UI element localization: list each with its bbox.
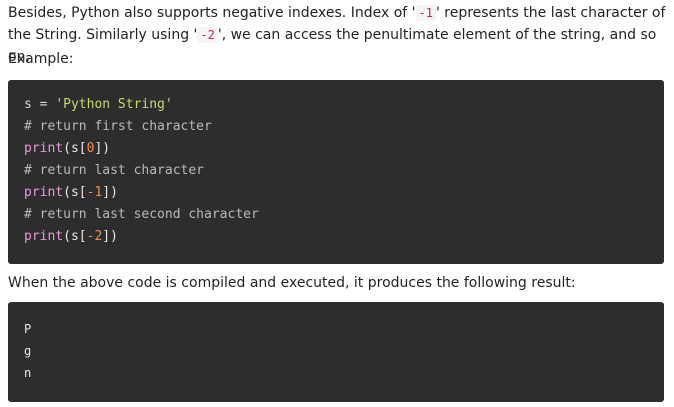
example-label: Example: <box>8 51 74 67</box>
inline-code-minus-two: -2 <box>197 27 218 43</box>
code-block: s = 'Python String' # return first chara… <box>8 80 664 264</box>
code-line-7: print(s[-2]) <box>24 226 648 248</box>
code-punctuation: (s[ <box>63 141 87 156</box>
code-line-1: s = 'Python String' <box>24 94 648 116</box>
code-string: 'Python String' <box>55 97 173 112</box>
code-function: print <box>24 141 64 156</box>
code-variable: s <box>24 97 32 112</box>
output-line: n <box>24 366 32 380</box>
output-line: P <box>24 322 32 336</box>
code-operator: = <box>31 97 56 112</box>
code-line-4-comment: # return last character <box>24 163 205 178</box>
code-line-6-comment: # return last second character <box>24 207 259 222</box>
inline-code-minus-one: -1 <box>415 5 436 21</box>
code-punctuation: ]) <box>102 185 118 200</box>
code-line-2-comment: # return first character <box>24 119 212 134</box>
code-number: -1 <box>86 185 103 200</box>
code-function: print <box>24 229 64 244</box>
code-number: -2 <box>86 229 103 244</box>
code-line-5: print(s[-1]) <box>24 182 648 204</box>
code-punctuation: ]) <box>94 141 111 156</box>
output-block: P g n <box>8 302 664 402</box>
code-punctuation: ]) <box>102 229 118 244</box>
output-line: g <box>24 344 32 358</box>
code-line-3: print(s[0]) <box>24 138 648 160</box>
code-punctuation: (s[ <box>63 185 87 200</box>
code-punctuation: (s[ <box>63 229 87 244</box>
intro-text-1: Besides, Python also supports negative i… <box>8 5 416 21</box>
code-function: print <box>24 185 64 200</box>
result-description: When the above code is compiled and exec… <box>8 275 576 291</box>
